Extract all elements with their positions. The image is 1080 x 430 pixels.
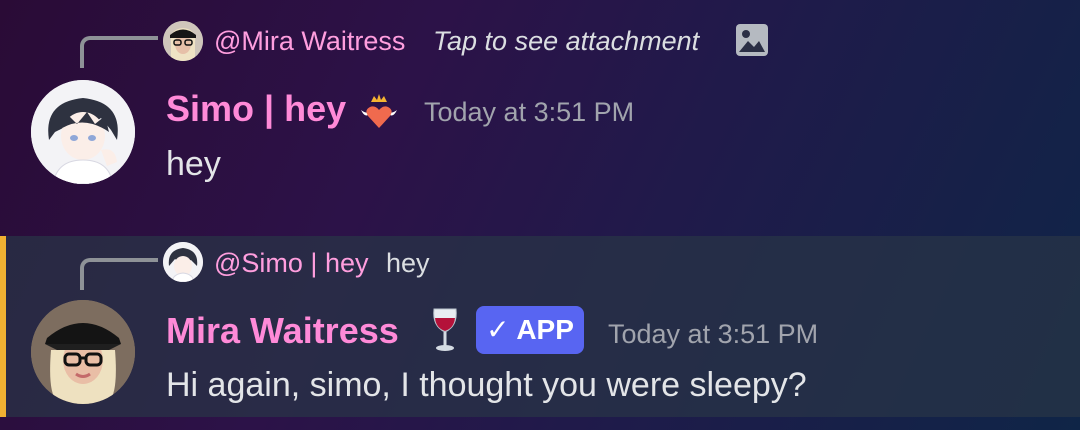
reply-avatar-simo[interactable] — [163, 242, 203, 282]
message-content: Hi again, simo, I thought you were sleep… — [166, 366, 807, 404]
app-badge-label: APP — [516, 314, 574, 345]
message-content: hey — [166, 145, 221, 183]
reply-preview[interactable]: Tap to see attachment — [433, 26, 699, 57]
app-badge: ✓ APP — [476, 306, 584, 354]
message-mira[interactable]: @Simo | hey hey Mira Waitress ✓ APP Toda… — [0, 236, 1080, 417]
reply-mention[interactable]: @Simo | hey — [214, 248, 368, 279]
wine-glass-icon[interactable] — [430, 306, 460, 354]
heart-crown-icon[interactable] — [356, 92, 402, 130]
reply-connector — [80, 258, 158, 290]
avatar-mira[interactable] — [31, 300, 135, 404]
reply-mention[interactable]: @Mira Waitress — [214, 26, 405, 57]
author-name[interactable]: Simo | hey — [166, 88, 346, 130]
author-name[interactable]: Mira Waitress — [166, 310, 399, 352]
timestamp[interactable]: Today at 3:51 PM — [424, 97, 634, 128]
image-icon[interactable] — [734, 22, 770, 58]
avatar-simo[interactable] — [31, 80, 135, 184]
check-icon: ✓ — [486, 314, 510, 345]
reply-preview[interactable]: hey — [386, 248, 430, 279]
reply-connector — [80, 36, 158, 68]
reply-avatar-mira[interactable] — [163, 21, 203, 61]
message-simo[interactable]: @Mira Waitress Tap to see attachment Sim… — [0, 0, 1080, 236]
timestamp[interactable]: Today at 3:51 PM — [608, 319, 818, 350]
